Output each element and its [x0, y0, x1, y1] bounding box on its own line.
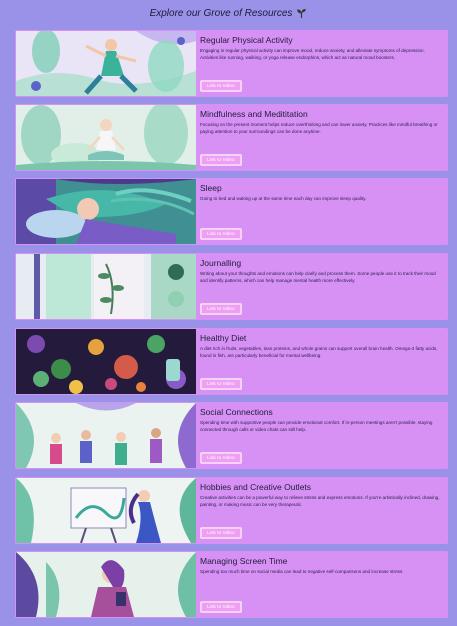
card-description: A diet rich in fruits, vegetables, lean …: [200, 346, 438, 358]
resource-card-screen-time: Managing Screen Time Spending too much t…: [15, 551, 448, 618]
link-to-video-button[interactable]: Link to Video: [200, 601, 242, 613]
link-to-video-button[interactable]: Link to Video: [200, 303, 242, 315]
link-to-video-button[interactable]: Link to Video: [200, 154, 242, 166]
card-description: Spending too much time on social media c…: [200, 569, 404, 574]
link-to-video-button[interactable]: Link to Video: [200, 452, 242, 464]
journalling-illustration: [16, 254, 196, 319]
card-description: Going to bed and waking up at the same t…: [200, 196, 367, 201]
card-title: Journalling: [200, 258, 242, 268]
resource-card-mindfulness: Mindfulness and Medititation Focusing on…: [15, 104, 448, 171]
link-to-video-button[interactable]: Link to Video: [200, 527, 242, 539]
page-title: Explore our Grove of Resources: [149, 7, 293, 19]
sleep-illustration: [16, 179, 196, 244]
card-title: Social Connections: [200, 407, 273, 417]
screen-time-illustration: [16, 552, 196, 617]
card-title: Regular Physical Activity: [200, 35, 293, 45]
card-description: Engaging in regular physical activity ca…: [200, 48, 425, 60]
resource-card-healthy-diet: Healthy Diet A diet rich in fruits, vege…: [15, 328, 448, 395]
mindfulness-illustration: [16, 105, 196, 170]
card-description: Creative activities can be a powerful wa…: [200, 495, 440, 507]
page-header: Explore our Grove of Resources: [0, 0, 457, 26]
card-description: Spending time with supportive people can…: [200, 420, 433, 432]
card-title: Managing Screen Time: [200, 556, 288, 566]
link-to-video-button[interactable]: Link to Video: [200, 228, 242, 240]
card-title: Healthy Diet: [200, 333, 247, 343]
resource-card-sleep: Sleep Going to bed and waking up at the …: [15, 178, 448, 245]
resource-card-hobbies: Hobbies and Creative Outlets Creative ac…: [15, 477, 448, 544]
card-title: Hobbies and Creative Outlets: [200, 482, 312, 492]
card-description: Writing about your thoughts and emotions…: [200, 271, 436, 283]
card-description: Focusing on the present moment helps red…: [200, 122, 438, 134]
resource-card-social-connections: Social Connections Spending time with su…: [15, 402, 448, 469]
link-to-video-button[interactable]: Link to Video: [200, 378, 242, 390]
link-to-video-button[interactable]: Link to Video: [200, 80, 242, 92]
healthy-diet-illustration: [16, 329, 196, 394]
resource-card-physical-activity: Regular Physical Activity Engaging in re…: [15, 30, 448, 97]
card-title: Mindfulness and Medititation: [200, 109, 308, 119]
physical-activity-illustration: [16, 31, 196, 96]
social-connections-illustration: [16, 403, 196, 468]
card-title: Sleep: [200, 183, 222, 193]
resource-card-journalling: Journalling Writing about your thoughts …: [15, 253, 448, 320]
sprout-icon: [297, 8, 307, 18]
hobbies-illustration: [16, 478, 196, 543]
